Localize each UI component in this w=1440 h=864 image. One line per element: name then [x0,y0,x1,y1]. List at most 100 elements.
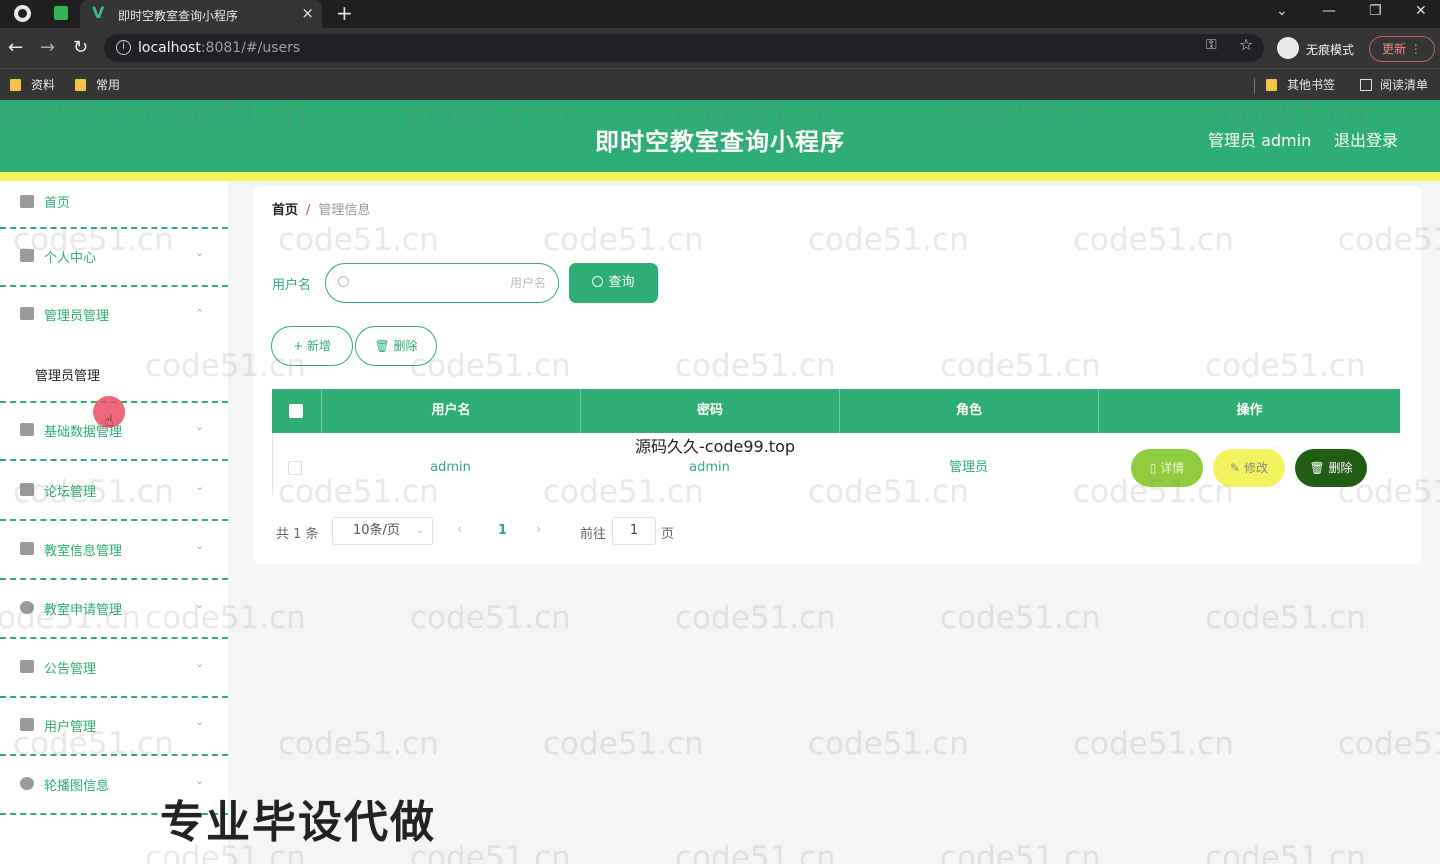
sidebar-item-announcements[interactable]: 公告管理 ⌄ [0,640,228,698]
page-size-select[interactable]: 10条/页 ⌄ [332,517,433,545]
column-header-username: 用户名 [321,389,580,433]
search-icon [592,276,604,287]
edit-button[interactable]: ✎ 修改 [1213,449,1285,487]
bookmark-star-icon[interactable]: ☆ [1239,35,1253,54]
site-info-icon[interactable]: i [116,40,131,55]
bookmark-folder-changyong[interactable]: 常用 [75,76,120,93]
vue-logo-icon: V [92,3,105,22]
query-button[interactable]: 查询 [569,263,658,303]
bookmarks-bar: 资料 常用 其他书签 阅读清单 [0,68,1440,100]
watermark-text: code51.cn [1205,840,1366,864]
main-content: 首页 / 管理信息 用户名 查询 + 新增 🗑 删除 用户名 密码 角色 操作 ad… [254,186,1422,564]
watermark-text: code51.cn [1205,600,1366,636]
sidebar-item-classroom-info[interactable]: 教室信息管理 ⌄ [0,522,228,580]
sidebar-item-classroom-application[interactable]: 教室申请管理 ⌄ [0,581,228,639]
incognito-label: 无痕模式 [1306,43,1355,57]
menu-dots-icon[interactable]: ⋮ [1410,42,1422,56]
watermark-text: code51.cn [940,600,1101,636]
password-key-icon[interactable]: ⚿ [1206,37,1217,53]
row-delete-button[interactable]: 🗑 删除 [1295,449,1367,487]
sidebar-subitem-label: 管理员管理 [35,369,101,384]
bookmark-separator [1254,78,1255,94]
next-page-button[interactable]: › [536,522,541,537]
chevron-down-icon: ⌄ [195,539,205,552]
sidebar-item-admin-management[interactable]: 管理员管理 ⌃ [0,287,228,345]
watermark-text: code51.cn [543,726,704,762]
power-icon [20,777,34,790]
sidebar-item-label: 教室申请管理 [44,603,123,618]
sidebar-subitem-admin-management[interactable]: 管理员管理 [0,345,228,403]
chat-icon [20,542,34,555]
restore-icon[interactable]: ❐ [1369,3,1382,19]
sidebar-item-personal-center[interactable]: 个人中心 ⌄ [0,229,228,287]
delete-button[interactable]: 🗑 删除 [355,326,437,366]
tab-search-chevron-icon[interactable]: ⌄ [1276,3,1288,19]
browser-globe-icon[interactable] [14,5,31,22]
sidebar-item-home[interactable]: 首页 [0,181,228,229]
chevron-up-icon: ⌃ [195,307,205,320]
folder-icon [75,79,86,91]
add-button[interactable]: + 新增 [271,326,353,366]
breadcrumb-separator: / [306,203,311,218]
url-field[interactable]: i localhost:8081/#/users [104,34,1264,62]
select-all-checkbox[interactable] [289,404,303,418]
pencil-icon: ✎ [1230,461,1241,475]
prev-page-button[interactable]: ‹ [457,522,462,537]
incognito-icon[interactable] [1277,37,1299,59]
folder-icon [10,79,21,91]
update-button[interactable]: 更新 ⋮ [1369,36,1435,62]
window-close-icon[interactable]: ✕ [1415,3,1427,19]
breadcrumb: 首页 / 管理信息 [272,199,370,218]
watermark-text: code51.cn [940,840,1101,864]
header-accent-strip [0,172,1440,181]
bookmark-reading-list[interactable]: 阅读清单 [1360,76,1428,93]
tab-title: 即时空教室查询小程序 [118,9,239,23]
hand-cursor-icon: ☝ [104,411,114,430]
detail-button[interactable]: ▯ 详情 [1131,449,1203,487]
bookmark-other[interactable]: 其他书签 [1266,76,1335,93]
monitor-icon [20,718,34,731]
current-page[interactable]: 1 [498,523,507,538]
sidebar-item-label: 首页 [44,196,71,211]
logout-link[interactable]: 退出登录 [1334,127,1398,151]
browser-tab[interactable]: V 即时空教室查询小程序 × [80,0,322,28]
page-suffix: 页 [661,527,675,542]
search-icon [338,276,349,287]
column-header-role: 角色 [839,389,1098,433]
sidebar-item-label: 轮播图信息 [44,779,110,794]
minimize-icon[interactable]: — [1322,3,1336,19]
row-checkbox[interactable] [288,461,302,475]
chevron-down-icon: ⌄ [195,420,205,433]
address-bar: ← → ↻ i localhost:8081/#/users ⚿ ☆ 无痕模式 … [0,28,1440,68]
chevron-down-icon: ⌄ [195,657,205,670]
sidebar-item-label: 论坛管理 [44,485,97,500]
reading-list-icon [1360,79,1372,91]
breadcrumb-current: 管理信息 [318,203,371,218]
url-text[interactable]: localhost:8081/#/users [138,40,300,56]
app-tab-icon[interactable] [54,6,68,20]
tab-close-icon[interactable]: × [301,4,314,22]
folder-icon [1266,79,1277,91]
chevron-down-icon: ⌄ [415,525,424,536]
breadcrumb-home[interactable]: 首页 [272,203,298,218]
watermark-text: code51.cn [1338,726,1440,762]
search-box[interactable] [325,263,559,303]
sidebar-item-users[interactable]: 用户管理 ⌄ [0,698,228,756]
back-icon[interactable]: ← [8,37,23,58]
sidebar-item-label: 教室信息管理 [44,544,123,559]
bookmark-folder-ziliao[interactable]: 资料 [10,76,55,93]
browser-tab-bar: V 即时空教室查询小程序 × + ⌄ — ❐ ✕ [0,0,1440,28]
table-header: 用户名 密码 角色 操作 [272,389,1400,433]
home-icon [20,195,34,208]
new-tab-icon[interactable]: + [336,1,353,25]
search-input[interactable] [356,272,546,294]
watermark-text: code51.cn [410,600,571,636]
goto-page-input[interactable]: 1 [612,517,656,545]
sidebar-item-forum[interactable]: 论坛管理 ⌄ [0,463,228,521]
document-icon: ▯ [1149,461,1157,475]
reload-icon[interactable]: ↻ [73,37,88,58]
briefcase-icon [20,423,34,436]
forward-icon[interactable]: → [40,37,55,58]
watermark-text: code51.cn [675,600,836,636]
mic-icon [20,307,34,320]
